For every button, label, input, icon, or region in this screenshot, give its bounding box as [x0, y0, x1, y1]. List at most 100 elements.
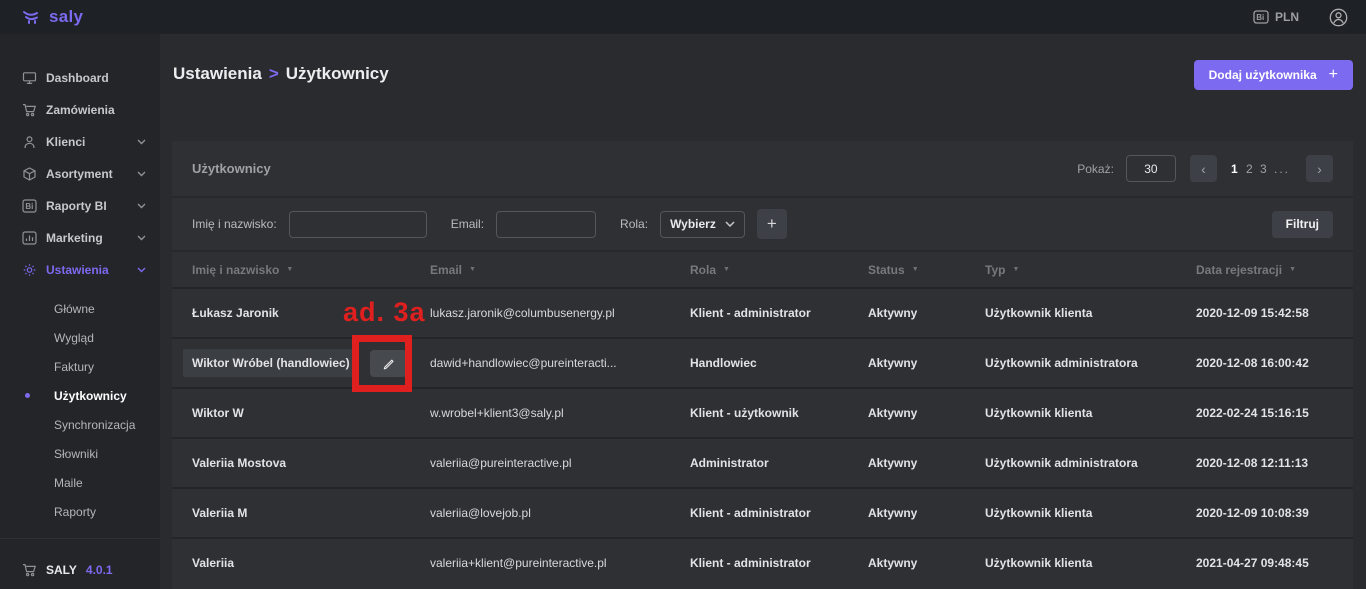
cell-email: valeriia@lovejob.pl: [430, 506, 690, 520]
pagination-next-button[interactable]: ›: [1306, 155, 1333, 182]
page-size-input[interactable]: [1126, 155, 1176, 182]
table-row[interactable]: Valeriia M valeriia@lovejob.pl Klient - …: [172, 487, 1353, 537]
profile-icon[interactable]: [1329, 8, 1348, 27]
sidebar-divider: [0, 538, 160, 539]
svg-text:Bi: Bi: [25, 202, 33, 211]
logo-text: saly: [49, 7, 83, 27]
sidebar-item-zamowienia[interactable]: Zamówienia: [0, 94, 160, 126]
cell-type: Użytkownik administratora: [985, 456, 1196, 470]
column-header-role[interactable]: Rola▼: [690, 263, 868, 277]
table-row[interactable]: Valeriia valeriia+klient@pureinteractive…: [172, 537, 1353, 587]
column-header-registered[interactable]: Data rejestracji▼: [1196, 263, 1333, 277]
table-row[interactable]: Łukasz Jaronik lukasz.jaronik@columbusen…: [172, 287, 1353, 337]
cell-type: Użytkownik klienta: [985, 506, 1196, 520]
breadcrumb-current: Użytkownicy: [286, 64, 389, 83]
cell-status: Aktywny: [868, 456, 985, 470]
cell-role: Klient - administrator: [690, 556, 868, 570]
column-header-type[interactable]: Typ▼: [985, 263, 1196, 277]
submenu-item-slowniki[interactable]: Słowniki: [0, 439, 160, 468]
cell-email: dawid+handlowiec@pureinteracti...: [430, 356, 690, 370]
panel-title: Użytkownicy: [192, 161, 271, 176]
submenu-label: Raporty: [54, 505, 96, 519]
submenu-item-raporty[interactable]: Raporty: [0, 497, 160, 526]
cube-icon: [22, 167, 37, 181]
column-header-status[interactable]: Status▼: [868, 263, 985, 277]
chevron-down-icon: [137, 235, 146, 241]
sort-icon: ▼: [1289, 266, 1296, 273]
filter-email-input[interactable]: [496, 211, 596, 238]
filter-name-input[interactable]: [289, 211, 427, 238]
cell-registered: 2020-12-08 16:00:42: [1196, 356, 1333, 370]
submenu-label: Główne: [54, 302, 95, 316]
show-label: Pokaż:: [1077, 162, 1114, 176]
cell-role: Klient - użytkownik: [690, 406, 868, 420]
column-header-email[interactable]: Email▼: [430, 263, 690, 277]
submenu-item-uzytkownicy[interactable]: Użytkownicy: [0, 381, 160, 410]
table-row[interactable]: Wiktor Wróbel (handlowiec) dawid+handlow…: [172, 337, 1353, 387]
submenu-label: Synchronizacja: [54, 418, 135, 432]
sidebar-item-label: Ustawienia: [46, 263, 109, 277]
filter-submit-button[interactable]: Filtruj: [1272, 211, 1333, 238]
breadcrumb-separator: >: [269, 64, 279, 83]
submenu-label: Wygląd: [54, 331, 94, 345]
sidebar-item-label: Raporty BI: [46, 199, 107, 213]
cell-status: Aktywny: [868, 356, 985, 370]
cell-email: w.wrobel+klient3@saly.pl: [430, 406, 690, 420]
filter-role-select[interactable]: Wybierz: [660, 211, 745, 238]
user-name: Łukasz Jaronik: [192, 306, 279, 320]
sidebar-item-label: Dashboard: [46, 71, 109, 85]
table-row[interactable]: Wiktor W w.wrobel+klient3@saly.pl Klient…: [172, 387, 1353, 437]
currency-selector[interactable]: Bi PLN: [1253, 10, 1299, 24]
panel-header: Użytkownicy Pokaż: ‹ 1 2 3 ... ›: [172, 141, 1353, 198]
sort-icon: ▼: [723, 266, 730, 273]
topbar-right: Bi PLN: [1253, 8, 1348, 27]
breadcrumb-parent[interactable]: Ustawienia: [173, 64, 262, 83]
topbar: saly Bi PLN: [0, 0, 1366, 34]
cell-name: Valeriia: [192, 556, 430, 570]
submenu-item-wyglad[interactable]: Wygląd: [0, 323, 160, 352]
filter-row: Imię i nazwisko: Email: Rola: Wybierz + …: [172, 198, 1353, 252]
footer-brand: SALY: [46, 563, 77, 577]
plus-icon: +: [1329, 66, 1338, 84]
cart-icon: [22, 563, 37, 577]
chevron-down-icon: [137, 267, 146, 273]
table-body: Łukasz Jaronik lukasz.jaronik@columbusen…: [172, 287, 1353, 587]
table-row[interactable]: Valeriia Mostova valeriia@pureinteractiv…: [172, 437, 1353, 487]
cell-email: valeriia@pureinteractive.pl: [430, 456, 690, 470]
svg-text:Bi: Bi: [1256, 13, 1264, 22]
table-header-row: Imię i nazwisko▼ Email▼ Rola▼ Status▼ Ty…: [172, 252, 1353, 287]
cell-status: Aktywny: [868, 406, 985, 420]
filter-role-label: Rola:: [620, 217, 648, 231]
app-logo[interactable]: saly: [22, 7, 83, 27]
sidebar-item-raporty-bi[interactable]: Bi Raporty BI: [0, 190, 160, 222]
column-header-name[interactable]: Imię i nazwisko▼: [192, 263, 430, 277]
sidebar-item-ustawienia[interactable]: Ustawienia: [0, 254, 160, 286]
pagination-prev-button[interactable]: ‹: [1190, 155, 1217, 182]
filter-name-label: Imię i nazwisko:: [192, 217, 277, 231]
cell-registered: 2020-12-09 15:42:58: [1196, 306, 1333, 320]
cell-status: Aktywny: [868, 306, 985, 320]
gear-icon: [22, 263, 37, 277]
submenu-label: Słowniki: [54, 447, 98, 461]
sidebar-item-asortyment[interactable]: Asortyment: [0, 158, 160, 190]
edit-user-button[interactable]: [370, 350, 407, 377]
submenu-item-faktury[interactable]: Faktury: [0, 352, 160, 381]
currency-icon: Bi: [1253, 10, 1269, 24]
pagination-current-page[interactable]: 1: [1231, 162, 1238, 176]
chevron-down-icon: [725, 221, 735, 227]
sidebar-item-klienci[interactable]: Klienci: [0, 126, 160, 158]
cell-name: Valeriia M: [192, 506, 430, 520]
sidebar-item-dashboard[interactable]: Dashboard: [0, 62, 160, 94]
sidebar-item-label: Zamówienia: [46, 103, 115, 117]
add-filter-button[interactable]: +: [757, 209, 787, 239]
cell-name: Valeriia Mostova: [192, 456, 430, 470]
submenu-item-synchronizacja[interactable]: Synchronizacja: [0, 410, 160, 439]
sidebar-item-marketing[interactable]: Marketing: [0, 222, 160, 254]
submenu-item-glowne[interactable]: Główne: [0, 294, 160, 323]
cell-role: Handlowiec: [690, 356, 868, 370]
submenu-item-maile[interactable]: Maile: [0, 468, 160, 497]
pagination-other-pages[interactable]: 2 3 ...: [1246, 162, 1290, 176]
add-user-button[interactable]: Dodaj użytkownika +: [1194, 60, 1353, 90]
cell-registered: 2020-12-08 12:11:13: [1196, 456, 1333, 470]
user-name: Valeriia: [192, 556, 234, 570]
